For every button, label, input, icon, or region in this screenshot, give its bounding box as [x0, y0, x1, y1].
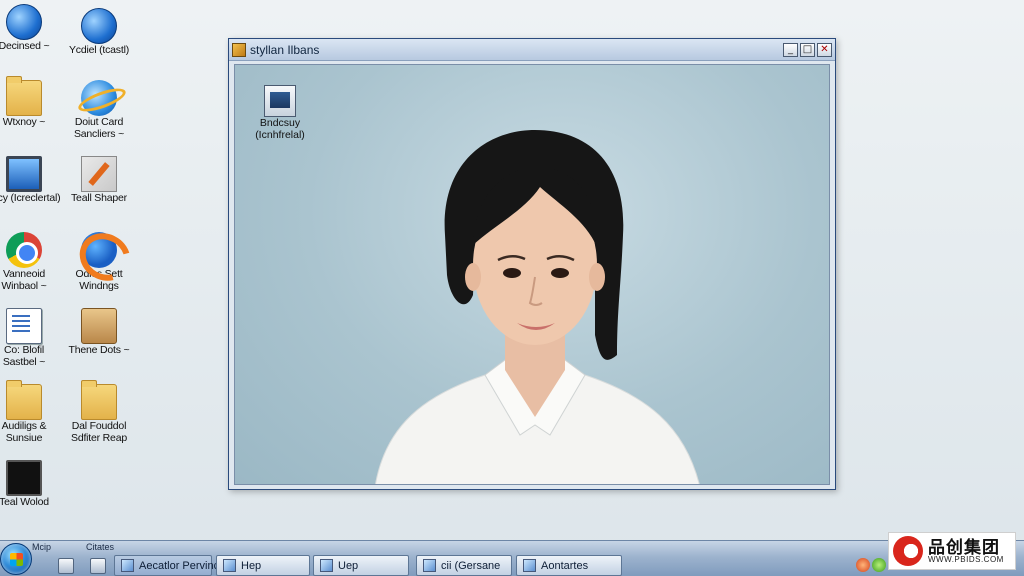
desktop-icon[interactable]: Wtxnoy ~	[0, 76, 61, 128]
desktop-icon-label: Thene Dots ~	[68, 344, 130, 356]
desktop-icon-label: Teall Shaper	[71, 192, 127, 204]
globe-window-icon	[81, 8, 117, 44]
taskbar: Mcip Citates Aecatlor Pervince Hep Uep c…	[0, 540, 1024, 576]
app-icon	[423, 559, 436, 572]
window-content: Bndcsuy (Icnhfrelal)	[234, 64, 830, 485]
app-icon	[232, 42, 246, 57]
tray-app-icon[interactable]	[856, 558, 870, 572]
app-icon	[223, 559, 236, 572]
desktop-icon-label: Doiut Card Sancliers ~	[73, 116, 125, 140]
desktop-icon[interactable]: Co: Blofil Sastbel ~	[0, 308, 61, 368]
window-desktop-icon[interactable]: Bndcsuy (Icnhfrelal)	[245, 85, 315, 141]
watermark-url: WWW.PBIDS.COM	[928, 554, 1004, 564]
desktop-icon[interactable]: Vanneoid Winbaol ~	[0, 232, 61, 292]
desktop-icon[interactable]: Audiligs & Sunsiue	[0, 380, 61, 444]
taskbar-button[interactable]: Aontartes	[516, 555, 622, 576]
app-icon	[320, 559, 333, 572]
desktop-icon[interactable]: Thene Dots ~	[62, 308, 136, 356]
desktop-icon-label: Glcy (Icreclertal)	[0, 192, 61, 204]
app-window[interactable]: styllan Ilbans _ □ ✕ Bndcsuy (Icnhfrelal…	[228, 38, 836, 490]
folder-icon	[81, 380, 117, 420]
folder-icon	[6, 76, 42, 116]
firefox-icon	[81, 232, 117, 268]
folder-icon	[6, 380, 42, 420]
internet-explorer-icon	[81, 80, 117, 116]
taskbar-button[interactable]: Hep	[216, 555, 310, 576]
start-button[interactable]	[0, 543, 32, 575]
terminal-icon	[6, 460, 42, 496]
desktop-icon[interactable]: Glcy (Icreclertal)	[0, 156, 61, 204]
app-icon	[523, 559, 536, 572]
minimize-button[interactable]: _	[783, 42, 798, 57]
portrait-photo	[375, 130, 700, 484]
taskbar-button[interactable]: cii (Gersane	[416, 555, 512, 576]
desktop-icon-label: Ycdiel (tcastl)	[68, 44, 129, 56]
desktop-icon[interactable]: Decinsed ~	[0, 4, 61, 52]
document-window-icon	[264, 85, 296, 117]
document-icon	[6, 308, 42, 344]
close-button[interactable]: ✕	[817, 42, 832, 57]
taskbar-button-label: cii (Gersane	[441, 559, 501, 572]
taskbar-button-label: Hep	[241, 559, 262, 572]
watermark-logo-icon	[893, 536, 923, 566]
taskbar-top-label: Citates	[86, 542, 115, 552]
desktop-icon[interactable]: Teal Wolod	[0, 460, 61, 508]
app-icon	[121, 559, 134, 572]
watermark: 品创集团 WWW.PBIDS.COM	[888, 532, 1016, 570]
window-titlebar[interactable]: styllan Ilbans _ □ ✕	[229, 39, 835, 61]
desktop-icon[interactable]: Teall Shaper	[62, 156, 136, 204]
desktop-icon[interactable]: Odies Sett Windngs	[62, 232, 136, 292]
quicklaunch-desktop-icon[interactable]	[58, 558, 74, 574]
maximize-button[interactable]: □	[800, 42, 815, 57]
chrome-icon	[6, 232, 42, 268]
blue-swirl-folder-icon	[6, 4, 42, 40]
desktop-icon[interactable]: Doiut Card Sancliers ~	[62, 80, 136, 140]
right-eye	[551, 268, 569, 278]
tool-icon	[81, 156, 117, 192]
desktop-icon-label: Co: Blofil Sastbel ~	[2, 344, 46, 368]
taskbar-top-label: Mcip	[32, 542, 52, 552]
desktop-icon-label: Vanneoid Winbaol ~	[1, 268, 47, 292]
briefcase-icon	[81, 308, 117, 344]
desktop-icon-label: Teal Wolod	[0, 496, 49, 508]
taskbar-button-label: Uep	[338, 559, 359, 572]
desktop-icon[interactable]: Ycdiel (tcastl)	[62, 8, 136, 56]
window-icon-label: Bndcsuy (Icnhfrelal)	[255, 117, 305, 141]
desktop-icon-label: Audiligs & Sunsiue	[1, 420, 47, 444]
taskbar-button[interactable]: Uep	[313, 555, 409, 576]
desktop-icon-label: Wtxnoy ~	[2, 116, 46, 128]
desktop-icon-label: Decinsed ~	[0, 40, 50, 52]
tray-app-icon[interactable]	[872, 558, 886, 572]
taskbar-button-label: Aontartes	[541, 559, 589, 572]
taskbar-button[interactable]: Aecatlor Pervince	[114, 555, 225, 576]
left-eye	[503, 268, 521, 278]
desktop-icon[interactable]: Dal Fouddol Sdfiter Reap	[62, 380, 136, 444]
watermark-text: 品创集团	[928, 537, 1000, 557]
window-title: styllan Ilbans	[250, 42, 320, 57]
desktop-icon-label: Dal Fouddol Sdfiter Reap	[71, 420, 127, 444]
monitor-icon	[6, 156, 42, 192]
taskbar-button-label: Aecatlor Pervince	[139, 559, 226, 572]
quicklaunch-tool-icon[interactable]	[90, 558, 106, 574]
